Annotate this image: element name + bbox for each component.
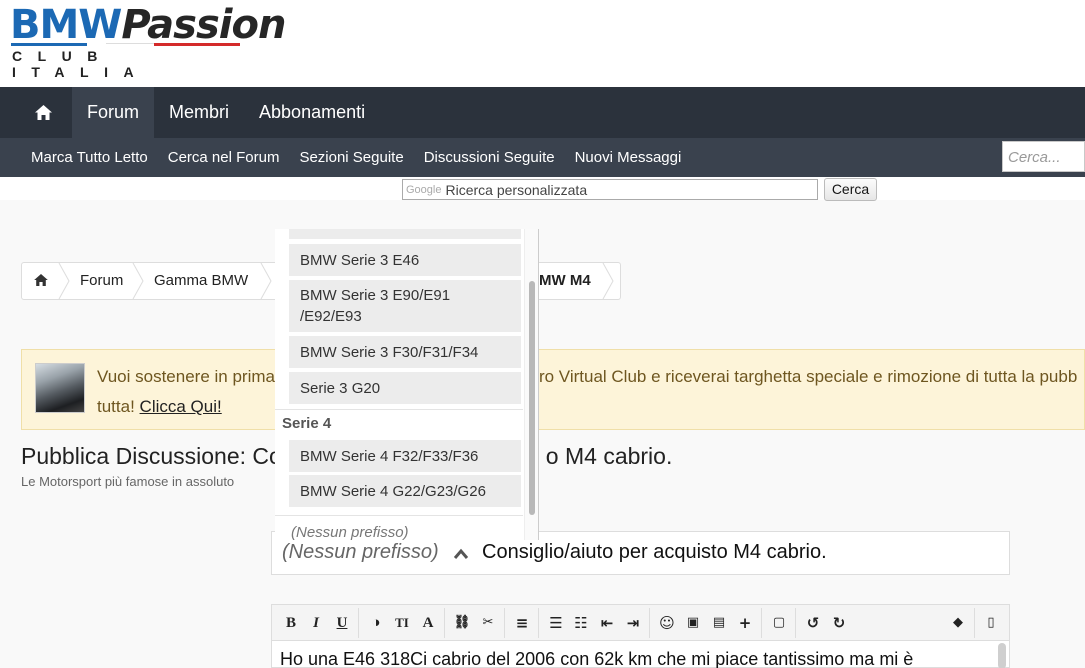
- bullet-list-icon[interactable]: ☰: [547, 614, 565, 632]
- group-divider: [275, 409, 523, 410]
- outdent-icon[interactable]: ⇤: [598, 614, 616, 632]
- editor-toolbar: B I U ◑ TI A ⛓ ✂ ≡ ☰ ☷ ⇤ ⇥ ☺ ▣ ▤ + ▢ ↺ ↻…: [272, 605, 1009, 641]
- home-icon: [34, 274, 48, 286]
- sub-navbar: Marca Tutto Letto Cerca nel Forum Sezion…: [0, 138, 1085, 177]
- thread-title-input[interactable]: Consiglio/aiuto per acquisto M4 cabrio.: [482, 541, 827, 564]
- support-notice: Vuoi sostenere in prima ro Virtual Club e…: [21, 349, 1085, 430]
- italic-icon[interactable]: I: [307, 614, 325, 632]
- breadcrumb-separator: [602, 263, 614, 299]
- editor-scrollbar[interactable]: [998, 643, 1006, 668]
- subnav-mark-all-read[interactable]: Marca Tutto Letto: [31, 149, 148, 166]
- chevron-up-icon[interactable]: [453, 548, 469, 560]
- breadcrumb-separator: [58, 263, 70, 299]
- forum-search-input[interactable]: Cerca...: [1002, 141, 1085, 172]
- toolbar-divider: [761, 608, 762, 638]
- group-divider: [275, 515, 523, 516]
- logo-tagline: CLUB ITALIA: [12, 48, 150, 80]
- notice-text-line2: tutta! Clicca Qui!: [97, 397, 222, 416]
- toolbar-divider: [504, 608, 505, 638]
- redo-icon[interactable]: ↻: [830, 614, 848, 632]
- breadcrumb-gamma-bmw[interactable]: Gamma BMW: [154, 263, 248, 299]
- editor-body[interactable]: Ho una E46 318Ci cabrio del 2006 con 62k…: [280, 649, 913, 668]
- source-icon[interactable]: ▯: [982, 614, 1000, 632]
- google-search-button[interactable]: Cerca: [824, 178, 877, 201]
- site-logo[interactable]: BMWPassion CLUB ITALIA: [10, 2, 286, 80]
- notice-avatar: [35, 363, 85, 413]
- undo-icon[interactable]: ↺: [804, 614, 822, 632]
- google-search-input[interactable]: Google Ricerca personalizzata: [402, 179, 818, 200]
- subnav-watched-forums[interactable]: Sezioni Seguite: [299, 149, 403, 166]
- list-item[interactable]: BMW Serie 3 E90/E91 /E92/E93: [289, 280, 521, 332]
- tab-membri[interactable]: Membri: [154, 87, 244, 138]
- toolbar-divider: [538, 608, 539, 638]
- forum-description: Le Motorsport più famose in assoluto: [21, 474, 235, 489]
- toolbar-divider: [649, 608, 650, 638]
- home-tab[interactable]: [0, 87, 72, 138]
- toolbar-divider: [974, 608, 975, 638]
- breadcrumb-home[interactable]: [34, 263, 48, 299]
- breadcrumb-separator: [260, 263, 272, 299]
- breadcrumb-current: MW M4: [539, 272, 591, 289]
- list-item[interactable]: Serie 3 G20: [289, 372, 521, 404]
- breadcrumb-forum[interactable]: Forum: [80, 263, 123, 299]
- subnav-search-forum[interactable]: Cerca nel Forum: [168, 149, 280, 166]
- list-item[interactable]: BMW Serie 4 G22/G23/G26: [289, 475, 521, 507]
- prefix-dropdown-list: BMW Serie 3 E46 BMW Serie 3 E90/E91 /E92…: [275, 229, 539, 540]
- save-draft-icon[interactable]: ▢: [770, 614, 788, 632]
- home-icon: [35, 105, 52, 120]
- text-size-icon[interactable]: TI: [393, 614, 411, 632]
- bold-icon[interactable]: B: [282, 614, 300, 632]
- color-icon[interactable]: ◑: [367, 614, 385, 632]
- indent-icon[interactable]: ⇥: [624, 614, 642, 632]
- underline-icon[interactable]: U: [333, 614, 351, 632]
- image-icon[interactable]: ▣: [684, 614, 702, 632]
- subnav-new-posts[interactable]: Nuovi Messaggi: [575, 149, 682, 166]
- notice-text: Vuoi sostenere in prima ro Virtual Club e…: [97, 367, 1078, 386]
- tab-abbonamenti[interactable]: Abbonamenti: [244, 87, 380, 138]
- eraser-icon[interactable]: ◆: [949, 614, 967, 632]
- logo-stripe-blue: [11, 43, 87, 46]
- main-navbar: Forum Membri Abbonamenti: [0, 87, 1085, 138]
- logo-wordmark: BMWPassion: [10, 2, 286, 48]
- font-icon[interactable]: A: [419, 614, 437, 632]
- numbered-list-icon[interactable]: ☷: [572, 614, 590, 632]
- notice-link[interactable]: Clicca Qui!: [140, 397, 222, 416]
- group-header-serie-4: Serie 4: [282, 415, 332, 432]
- google-label: Google: [406, 183, 442, 196]
- media-icon[interactable]: ▤: [710, 614, 728, 632]
- list-item[interactable]: BMW Serie 4 F32/F33/F36: [289, 440, 521, 472]
- toolbar-divider: [444, 608, 445, 638]
- google-search-placeholder: Ricerca personalizzata: [445, 181, 588, 198]
- link-icon[interactable]: ⛓: [453, 614, 471, 632]
- list-item[interactable]: BMW Serie 3 F30/F31/F34: [289, 336, 521, 368]
- subnav-watched-threads[interactable]: Discussioni Seguite: [424, 149, 555, 166]
- unlink-icon[interactable]: ✂: [479, 614, 497, 632]
- list-item[interactable]: [289, 229, 521, 239]
- plus-icon[interactable]: +: [736, 614, 754, 632]
- toolbar-divider: [358, 608, 359, 638]
- message-editor: B I U ◑ TI A ⛓ ✂ ≡ ☰ ☷ ⇤ ⇥ ☺ ▣ ▤ + ▢ ↺ ↻…: [271, 604, 1010, 668]
- page: BMWPassion CLUB ITALIA Forum Membri Abbo…: [0, 0, 1085, 668]
- toolbar-divider: [795, 608, 796, 638]
- dropdown-scrollbar[interactable]: [529, 281, 535, 515]
- prefix-select[interactable]: (Nessun prefisso): [282, 541, 439, 564]
- breadcrumb-separator: [132, 263, 144, 299]
- list-item[interactable]: BMW Serie 3 E46: [289, 244, 521, 276]
- logo-stripe-white: [106, 43, 154, 46]
- smiley-icon[interactable]: ☺: [658, 614, 676, 632]
- align-icon[interactable]: ≡: [513, 614, 531, 632]
- tab-forum[interactable]: Forum: [72, 87, 155, 138]
- logo-stripe-red: [154, 43, 240, 46]
- list-item-no-prefix[interactable]: (Nessun prefisso): [291, 524, 409, 540]
